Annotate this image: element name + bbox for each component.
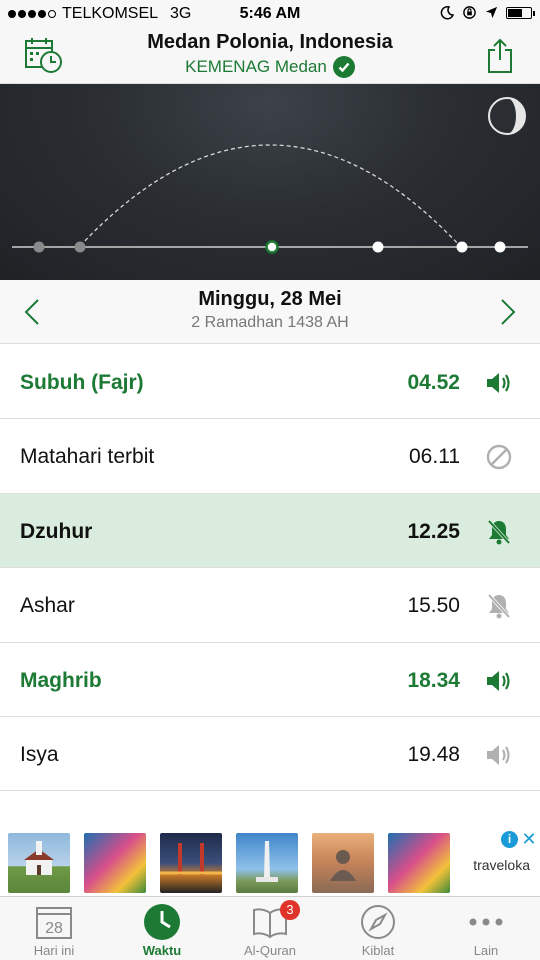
prayer-row-isya[interactable]: Isya 19.48 xyxy=(0,716,540,792)
prayer-row-subuh[interactable]: Subuh (Fajr) 04.52 xyxy=(0,345,540,420)
status-right xyxy=(440,5,535,20)
current-prayer-marker xyxy=(265,240,279,254)
tab-label: Al-Quran xyxy=(243,943,297,958)
prayer-name: Matahari terbit xyxy=(20,445,155,469)
gregorian-date: Minggu, 28 Mei xyxy=(198,288,342,310)
prayer-times-list: Subuh (Fajr) 04.52 Matahari terbit 06.11… xyxy=(0,345,540,792)
clock-icon xyxy=(142,903,182,941)
prayer-marker xyxy=(494,241,506,253)
calendar-day-number: 28 xyxy=(45,920,63,937)
battery-icon xyxy=(506,6,535,19)
tab-kiblat[interactable]: Kiblat xyxy=(324,897,432,960)
ad-close-icon[interactable]: ✕ xyxy=(520,830,538,848)
tab-hari-ini[interactable]: 28 Hari ini xyxy=(0,897,108,960)
date-navigator: Minggu, 28 Mei 2 Ramadhan 1438 AH xyxy=(0,280,540,344)
prayer-marker xyxy=(456,241,468,253)
prayer-row-ashar[interactable]: Ashar 15.50 xyxy=(0,568,540,643)
calendar-day-icon: 28 xyxy=(34,903,74,941)
prayer-times-screen: TELKOMSEL 3G 5:46 AM Medan Polonia, Indo… xyxy=(0,0,540,960)
disabled-icon[interactable] xyxy=(484,442,514,472)
advertiser-logo: traveloka xyxy=(473,857,530,873)
hijri-date: 2 Ramadhan 1438 AH xyxy=(191,314,349,331)
share-button[interactable] xyxy=(478,34,522,78)
verified-check-icon xyxy=(332,56,355,78)
prayer-marker xyxy=(74,241,86,253)
prayer-marker xyxy=(33,241,45,253)
prayer-time: 15.50 xyxy=(407,594,460,618)
bell-off-icon[interactable] xyxy=(484,591,514,621)
moon-phase-icon xyxy=(488,97,526,135)
share-icon xyxy=(488,38,512,73)
status-bar: TELKOMSEL 3G 5:46 AM xyxy=(0,0,540,28)
prayer-time: 18.34 xyxy=(407,668,460,692)
tab-waktu[interactable]: Waktu xyxy=(108,897,216,960)
location-header: Medan Polonia, Indonesia KEMENAG Medan xyxy=(0,28,540,84)
tab-lain[interactable]: Lain xyxy=(432,897,540,960)
prayer-name: Maghrib xyxy=(20,668,102,692)
prayer-row-maghrib[interactable]: Maghrib 18.34 xyxy=(0,642,540,717)
prayer-time: 12.25 xyxy=(407,519,460,543)
notification-badge: 3 xyxy=(280,900,300,920)
ad-info-icon[interactable]: i xyxy=(501,831,518,848)
ad-image-bridge xyxy=(160,833,222,893)
ad-image-temple xyxy=(312,833,374,893)
prayer-name: Ashar xyxy=(20,594,75,618)
sun-path-panel xyxy=(0,84,540,280)
tab-bar: 28 Hari ini Waktu 3 Al-Quran Kiblat Lain xyxy=(0,896,540,960)
ad-image-flowers xyxy=(84,833,146,893)
prayer-row-dzuhur[interactable]: Dzuhur 12.25 xyxy=(0,493,540,569)
sun-arc xyxy=(79,144,461,247)
tab-label: Hari ini xyxy=(33,943,75,958)
moon-icon xyxy=(440,5,454,19)
ad-banner[interactable]: traveloka i ✕ xyxy=(0,828,540,896)
prayer-name: Dzuhur xyxy=(20,519,93,543)
ad-image-church xyxy=(8,833,70,893)
tab-label: Waktu xyxy=(142,943,182,958)
next-day-button[interactable] xyxy=(490,294,526,330)
speaker-icon[interactable] xyxy=(484,666,514,696)
tab-al-quran[interactable]: 3 Al-Quran xyxy=(216,897,324,960)
sun-path-diagram xyxy=(12,97,528,254)
prayer-name: Isya xyxy=(20,742,59,766)
rotation-lock-icon xyxy=(463,6,476,19)
compass-icon xyxy=(358,903,398,941)
tab-label: Kiblat xyxy=(361,943,395,958)
tab-label: Lain xyxy=(473,943,499,958)
chevron-right-icon xyxy=(501,299,516,325)
ad-image-monument xyxy=(236,833,298,893)
speaker-icon[interactable] xyxy=(484,740,514,770)
calculation-source[interactable]: KEMENAG Medan xyxy=(0,56,540,78)
speaker-icon[interactable] xyxy=(484,368,514,398)
bell-off-icon[interactable] xyxy=(484,517,514,547)
calculation-source-label: KEMENAG Medan xyxy=(185,57,327,76)
location-arrow-icon xyxy=(485,6,498,19)
prayer-marker xyxy=(372,241,384,253)
ad-image-flowers-2 xyxy=(388,833,450,893)
prayer-row-matahari-terbit[interactable]: Matahari terbit 06.11 xyxy=(0,419,540,494)
prayer-time: 04.52 xyxy=(407,371,460,394)
prayer-name: Subuh (Fajr) xyxy=(20,371,144,394)
location-title[interactable]: Medan Polonia, Indonesia xyxy=(0,31,540,54)
more-icon xyxy=(466,903,506,941)
prayer-time: 06.11 xyxy=(409,445,460,469)
prayer-time: 19.48 xyxy=(407,742,460,766)
